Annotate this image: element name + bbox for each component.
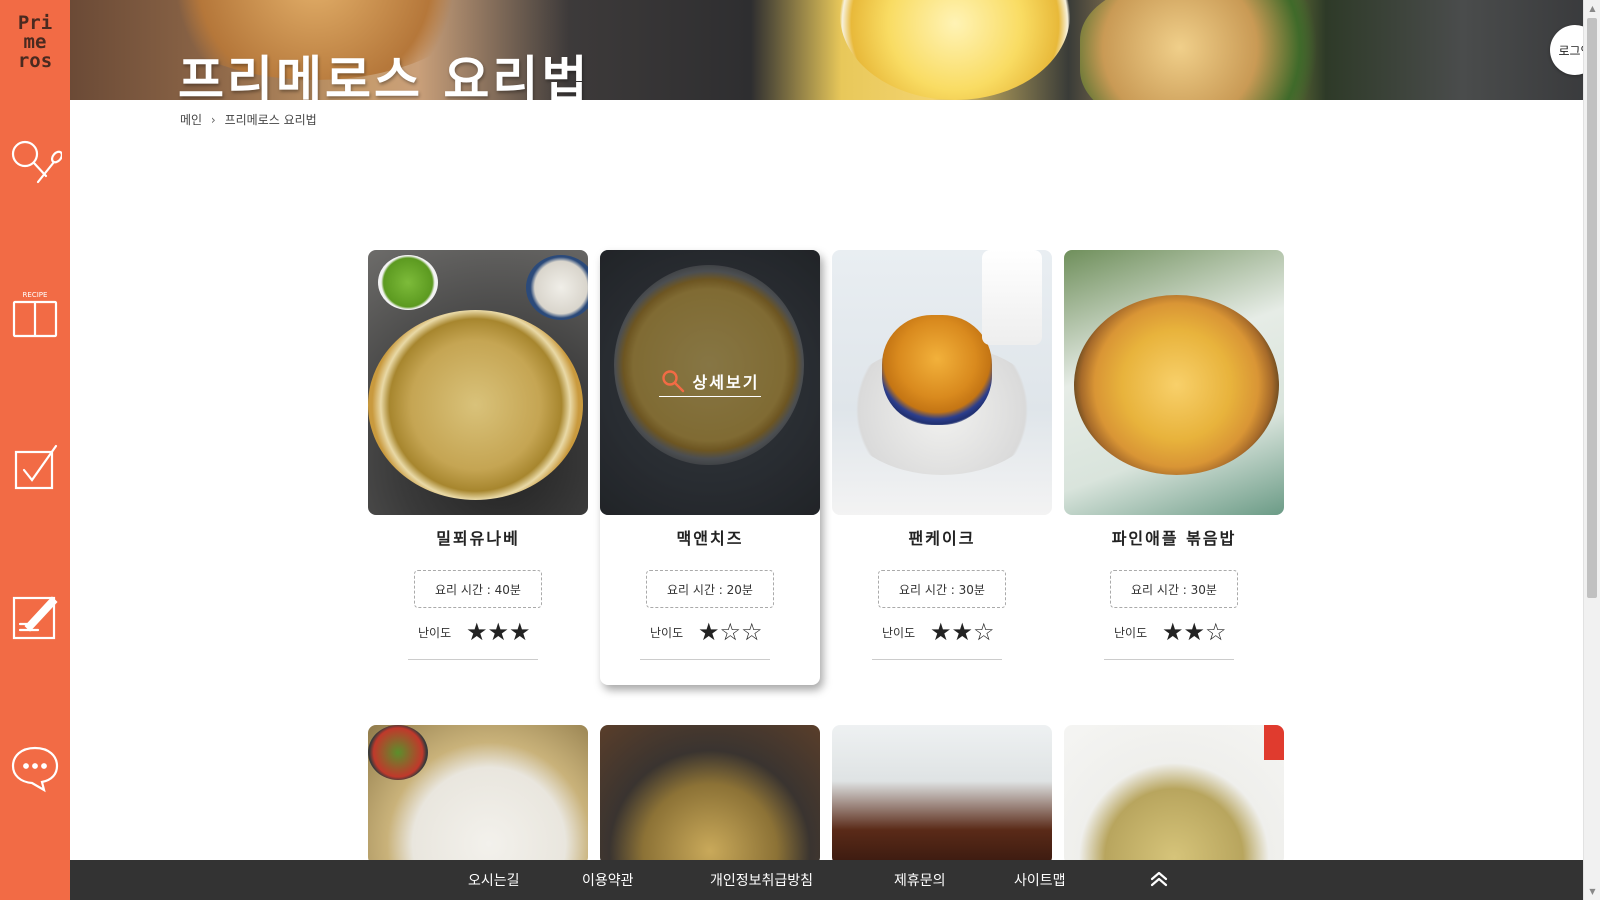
star-rating: ★★☆ [1162, 618, 1227, 646]
recipe-title: 파인애플 볶음밥 [1111, 529, 1237, 548]
cook-time: 요리 시간 : 30분 [878, 570, 1006, 608]
footer-link-privacy[interactable]: 개인정보취급방침 [710, 870, 813, 890]
recipe-image: 상세보기 [600, 250, 820, 515]
banner-image-lemon [840, 0, 1070, 100]
recipe-book-icon-label: RECIPE [23, 291, 48, 299]
detail-overlay[interactable]: 상세보기 [600, 250, 820, 515]
sidebar-item-search-recipe[interactable] [8, 136, 62, 190]
page-title: 프리메로스 요리법 [178, 51, 591, 100]
speech-bubble-icon [11, 746, 59, 793]
star-rating: ★★★ [466, 618, 531, 646]
divider [640, 659, 770, 660]
recipe-image [1064, 250, 1284, 515]
recipe-card-image[interactable] [832, 725, 1052, 865]
difficulty-rating: 난이도 ★★☆ [1104, 618, 1244, 646]
difficulty-rating: 난이도 ★☆☆ [640, 618, 780, 646]
recipe-title: 맥앤치즈 [676, 529, 744, 548]
cook-time: 요리 시간 : 30분 [1110, 570, 1238, 608]
recipe-image [368, 250, 588, 515]
difficulty-label: 난이도 [650, 625, 684, 640]
recipe-book-icon: RECIPE [12, 291, 58, 338]
scroll-to-top-button[interactable] [1148, 868, 1170, 890]
scroll-up-arrow-icon[interactable]: ▲ [1584, 0, 1600, 17]
recipe-card[interactable]: 팬케이크 요리 시간 : 30분 난이도 ★★☆ [832, 250, 1052, 685]
breadcrumb-current: 프리메로스 요리법 [224, 113, 317, 127]
sidebar-item-checklist[interactable] [8, 440, 62, 494]
banner-image-food [1080, 0, 1330, 100]
recipe-card[interactable]: 파인애플 볶음밥 요리 시간 : 30분 난이도 ★★☆ [1064, 250, 1284, 685]
recipe-title: 밀푀유나베 [436, 529, 520, 548]
star-rating: ★★☆ [930, 618, 995, 646]
recipe-card-image[interactable] [600, 725, 820, 865]
star-rating: ★☆☆ [698, 618, 763, 646]
header-banner: 프리메로스 요리법 로그인 [70, 0, 1583, 100]
view-detail-link[interactable]: 상세보기 [658, 369, 762, 397]
recipe-image [832, 250, 1052, 515]
double-chevron-up-icon [1150, 871, 1168, 887]
view-detail-label: 상세보기 [692, 372, 760, 392]
recipe-card-image[interactable] [1064, 725, 1284, 865]
notepad-pencil-icon [12, 596, 58, 640]
difficulty-label: 난이도 [418, 625, 452, 640]
recipe-card[interactable]: 상세보기 맥앤치즈 요리 시간 : 20분 난이도 ★☆☆ [600, 250, 820, 685]
footer: 오시는길 이용약관 개인정보취급방침 제휴문의 사이트맵 [70, 860, 1583, 900]
difficulty-label: 난이도 [1114, 625, 1148, 640]
footer-link-terms[interactable]: 이용약관 [582, 870, 634, 890]
difficulty-rating: 난이도 ★★☆ [872, 618, 1012, 646]
sidebar: Pri me ros RECIPE [0, 0, 70, 900]
breadcrumb-home-link[interactable]: 메인 [180, 113, 202, 127]
vertical-scrollbar[interactable]: ▲ ▼ [1583, 0, 1600, 900]
login-button[interactable]: 로그인 [1550, 25, 1583, 75]
logo-line-3: ros [17, 50, 53, 72]
difficulty-label: 난이도 [882, 625, 916, 640]
cook-time: 요리 시간 : 40분 [414, 570, 542, 608]
sidebar-item-chat[interactable] [8, 740, 62, 794]
scrollbar-thumb[interactable] [1587, 18, 1597, 598]
magnifier-spoon-icon [11, 140, 62, 184]
sidebar-item-recipe-book[interactable]: RECIPE [8, 288, 62, 342]
recipe-card-image[interactable] [368, 725, 588, 865]
search-icon [661, 369, 684, 392]
divider [872, 659, 1002, 660]
brand-logo[interactable]: Pri me ros [0, 14, 70, 71]
footer-link-partnership[interactable]: 제휴문의 [894, 870, 946, 890]
breadcrumb: 메인 › 프리메로스 요리법 [180, 111, 317, 128]
chevron-right-icon: › [210, 113, 216, 127]
checkbox-icon [14, 444, 58, 490]
divider [408, 659, 538, 660]
divider [1104, 659, 1234, 660]
scroll-down-arrow-icon[interactable]: ▼ [1584, 883, 1600, 900]
recipe-title: 팬케이크 [908, 529, 976, 548]
cook-time: 요리 시간 : 20분 [646, 570, 774, 608]
sidebar-item-write[interactable] [8, 590, 62, 644]
footer-link-sitemap[interactable]: 사이트맵 [1014, 870, 1066, 890]
footer-link-directions[interactable]: 오시는길 [468, 870, 520, 890]
difficulty-rating: 난이도 ★★★ [408, 618, 548, 646]
recipe-card[interactable]: 밀푀유나베 요리 시간 : 40분 난이도 ★★★ [368, 250, 588, 685]
